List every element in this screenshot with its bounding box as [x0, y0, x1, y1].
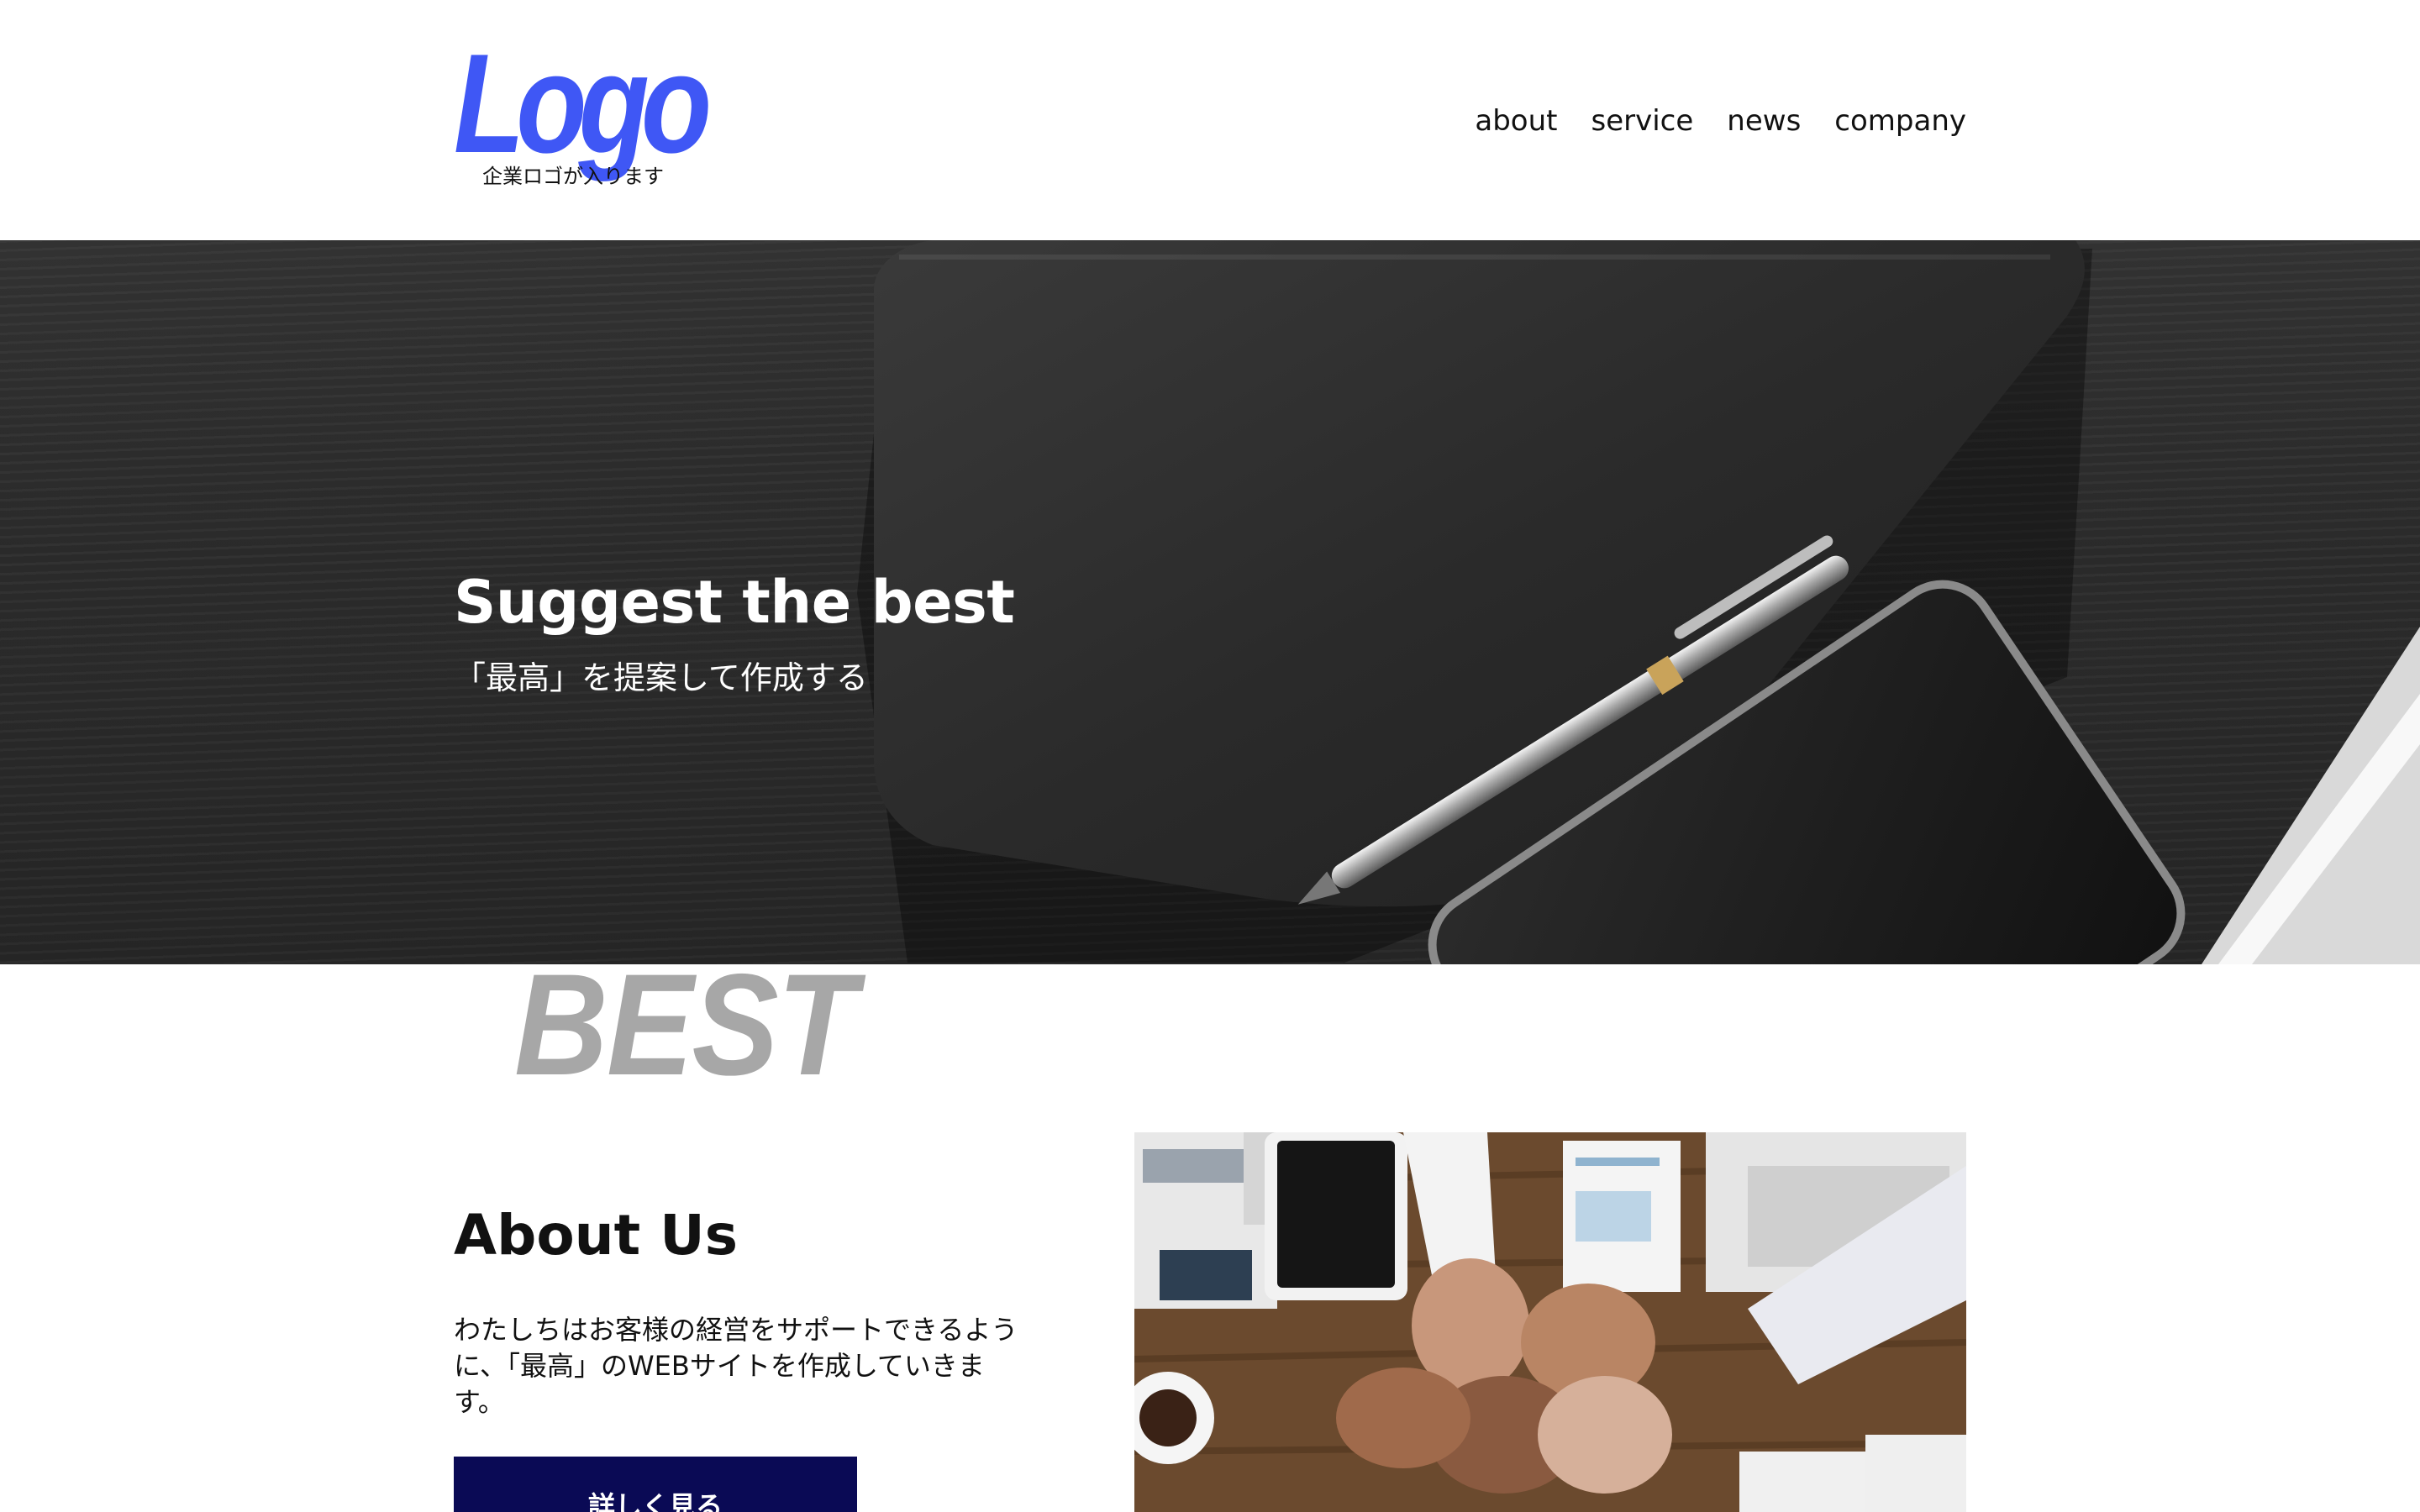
nav-link-news[interactable]: news	[1727, 104, 1801, 138]
hero-subtitle: 「最高」を提案して作成する	[454, 659, 868, 696]
site-header: Logo 企業ロゴが入ります about service news compan…	[0, 0, 2420, 240]
teamwork-photo	[1134, 1132, 1966, 1512]
best-watermark: BEST	[514, 944, 856, 1105]
logo-wordmark: Logo	[454, 24, 712, 182]
more-details-button[interactable]: 詳しく見る	[454, 1457, 857, 1512]
nav-link-service[interactable]: service	[1591, 104, 1694, 138]
main-nav: about service news company	[1475, 97, 1966, 144]
site-logo[interactable]: Logo 企業ロゴが入ります	[454, 24, 714, 192]
nav-link-company[interactable]: company	[1834, 104, 1966, 138]
logo-tagline: 企業ロゴが入ります	[482, 165, 664, 188]
hero-title: Suggest the best	[454, 568, 1015, 637]
hero-banner: Suggest the best 「最高」を提案して作成する	[0, 240, 2420, 964]
nav-link-about[interactable]: about	[1475, 104, 1557, 138]
teamwork-illustration	[1134, 1132, 1966, 1512]
hero-background-image	[0, 240, 2420, 964]
about-description: わたしちはお客様の経営をサポートできるように、「最高」のWEBサイトを作成してい…	[454, 1314, 1018, 1418]
about-title: About Us	[454, 1203, 739, 1268]
